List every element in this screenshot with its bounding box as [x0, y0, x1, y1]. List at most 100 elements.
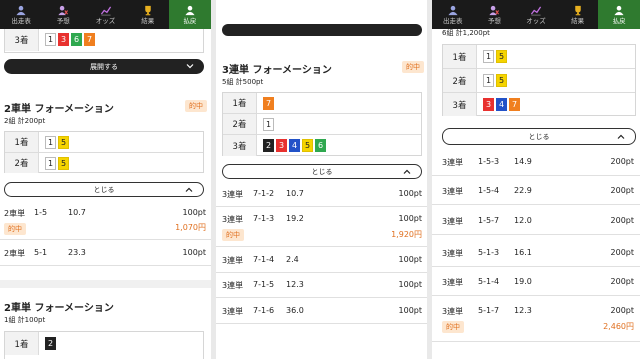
- odds: 10.7: [68, 208, 86, 217]
- rank-table: 1着 2: [4, 331, 204, 359]
- nav-item-person[interactable]: 出走表: [0, 0, 42, 29]
- section-subtitle: 6組 計1,200pt: [442, 29, 490, 37]
- section-title: 2車単 フォーメーション: [4, 303, 114, 314]
- number-chip: 4: [289, 139, 300, 152]
- close-button[interactable]: とじる: [222, 164, 422, 179]
- section-subtitle: 5組 計500pt: [222, 78, 264, 86]
- stake: 100pt: [398, 214, 422, 223]
- odds: 23.3: [68, 248, 86, 257]
- chevron-up-icon: [403, 169, 411, 174]
- odds: 19.2: [286, 214, 304, 223]
- bet-type: 3連単: [222, 190, 244, 199]
- nav-item-chart[interactable]: オッズ: [84, 0, 126, 29]
- stake: 100pt: [182, 208, 206, 217]
- number-chip: 1: [483, 50, 494, 63]
- chart-icon: [530, 6, 542, 16]
- rank-label: 1着: [223, 93, 257, 113]
- chip-group: 15: [483, 74, 507, 87]
- bet-type: 3連単: [442, 307, 464, 316]
- nav-item-chart[interactable]: オッズ: [515, 0, 557, 29]
- chip-group: 23456: [263, 139, 326, 152]
- hit-badge: 的中: [222, 229, 244, 241]
- nav-item-prediction[interactable]: 予想: [474, 0, 516, 29]
- close-button[interactable]: とじる: [4, 182, 204, 197]
- number-chip: 5: [58, 136, 69, 149]
- rank-row-1: 1着 15: [5, 132, 203, 153]
- number-chip: 1: [263, 118, 274, 131]
- rank-label: 3着: [443, 93, 477, 116]
- divider: [216, 206, 427, 207]
- combination: 5-1-3: [478, 248, 500, 257]
- number-chip: 5: [58, 157, 69, 170]
- stake: 100pt: [398, 255, 422, 264]
- number-chip: 3: [276, 139, 287, 152]
- nav-item-trophy[interactable]: 結果: [557, 0, 599, 29]
- stake: 200pt: [610, 248, 634, 257]
- odds: 2.4: [286, 255, 299, 264]
- chevron-up-icon: [185, 187, 193, 192]
- rank-label: 2着: [443, 69, 477, 92]
- combination: 5-1-7: [478, 306, 500, 315]
- stake: 200pt: [610, 186, 634, 195]
- rank-label: 1着: [5, 332, 39, 355]
- rank-row-3: 3着 347: [443, 93, 635, 116]
- nav-label: オッズ: [526, 16, 546, 25]
- divider: [432, 266, 640, 267]
- section-title: 2車単 フォーメーション: [4, 104, 114, 115]
- number-chip: 1: [45, 157, 56, 170]
- stake: 200pt: [610, 306, 634, 315]
- bet-type: 3連単: [442, 278, 464, 287]
- chip-group: 15: [45, 157, 69, 170]
- stake: 100pt: [398, 189, 422, 198]
- bet-type: 3連単: [442, 217, 464, 226]
- number-chip: 7: [84, 33, 95, 46]
- nav-label: 出走表: [11, 16, 31, 25]
- bet-type: 3連単: [222, 307, 244, 316]
- number-chip: 1: [483, 74, 494, 87]
- rank-label: 1着: [5, 132, 39, 152]
- nav-item-prediction[interactable]: 予想: [42, 0, 84, 29]
- stake: 100pt: [182, 248, 206, 257]
- chip-group: 1: [263, 118, 274, 131]
- number-chip: 5: [496, 50, 507, 63]
- nav-label: 結果: [141, 16, 155, 25]
- combination: 5-1-4: [478, 277, 500, 286]
- odds: 14.9: [514, 157, 532, 166]
- section-subtitle: 2組 計200pt: [4, 117, 46, 125]
- top-nav: 出走表 予想 オッズ 結果 払戻: [0, 0, 211, 29]
- chart-icon: [100, 6, 111, 16]
- chevron-down-icon: [186, 64, 194, 69]
- nav-item-money[interactable]: 払戻: [598, 0, 640, 29]
- payout: 1,070円: [175, 223, 206, 232]
- chip-group: 15: [45, 136, 69, 149]
- rank-row-2: 2着 15: [443, 69, 635, 93]
- nav-item-money[interactable]: 払戻: [168, 0, 211, 29]
- close-button[interactable]: とじる: [442, 128, 636, 145]
- hit-badge: 的中: [185, 100, 207, 112]
- combination: 1-5: [34, 208, 48, 217]
- close-label: とじる: [528, 132, 550, 141]
- section-gap: [0, 280, 211, 288]
- number-chip: 4: [496, 98, 507, 111]
- section-title: 3連単 フォーメーション: [222, 65, 332, 76]
- hit-badge: 的中: [442, 321, 464, 333]
- prediction-icon: [489, 5, 500, 15]
- divider: [432, 295, 640, 296]
- divider: [0, 239, 211, 240]
- collapsed-button[interactable]: [222, 24, 422, 36]
- expand-button[interactable]: 展開する: [4, 59, 204, 74]
- trophy-icon: [144, 5, 151, 16]
- chip-group: 15: [483, 50, 507, 63]
- number-chip: 3: [483, 98, 494, 111]
- prediction-icon: [58, 5, 69, 15]
- person-icon: [16, 5, 26, 15]
- number-chip: 6: [71, 33, 82, 46]
- rank-label: 3着: [223, 135, 257, 156]
- nav-item-person[interactable]: 出走表: [432, 0, 474, 29]
- odds: 12.3: [286, 280, 304, 289]
- rank-label: 1着: [443, 45, 477, 68]
- nav-label: オッズ: [95, 16, 116, 25]
- stake: 200pt: [610, 277, 634, 286]
- nav-item-trophy[interactable]: 結果: [127, 0, 169, 29]
- nav-label: 予想: [487, 16, 501, 25]
